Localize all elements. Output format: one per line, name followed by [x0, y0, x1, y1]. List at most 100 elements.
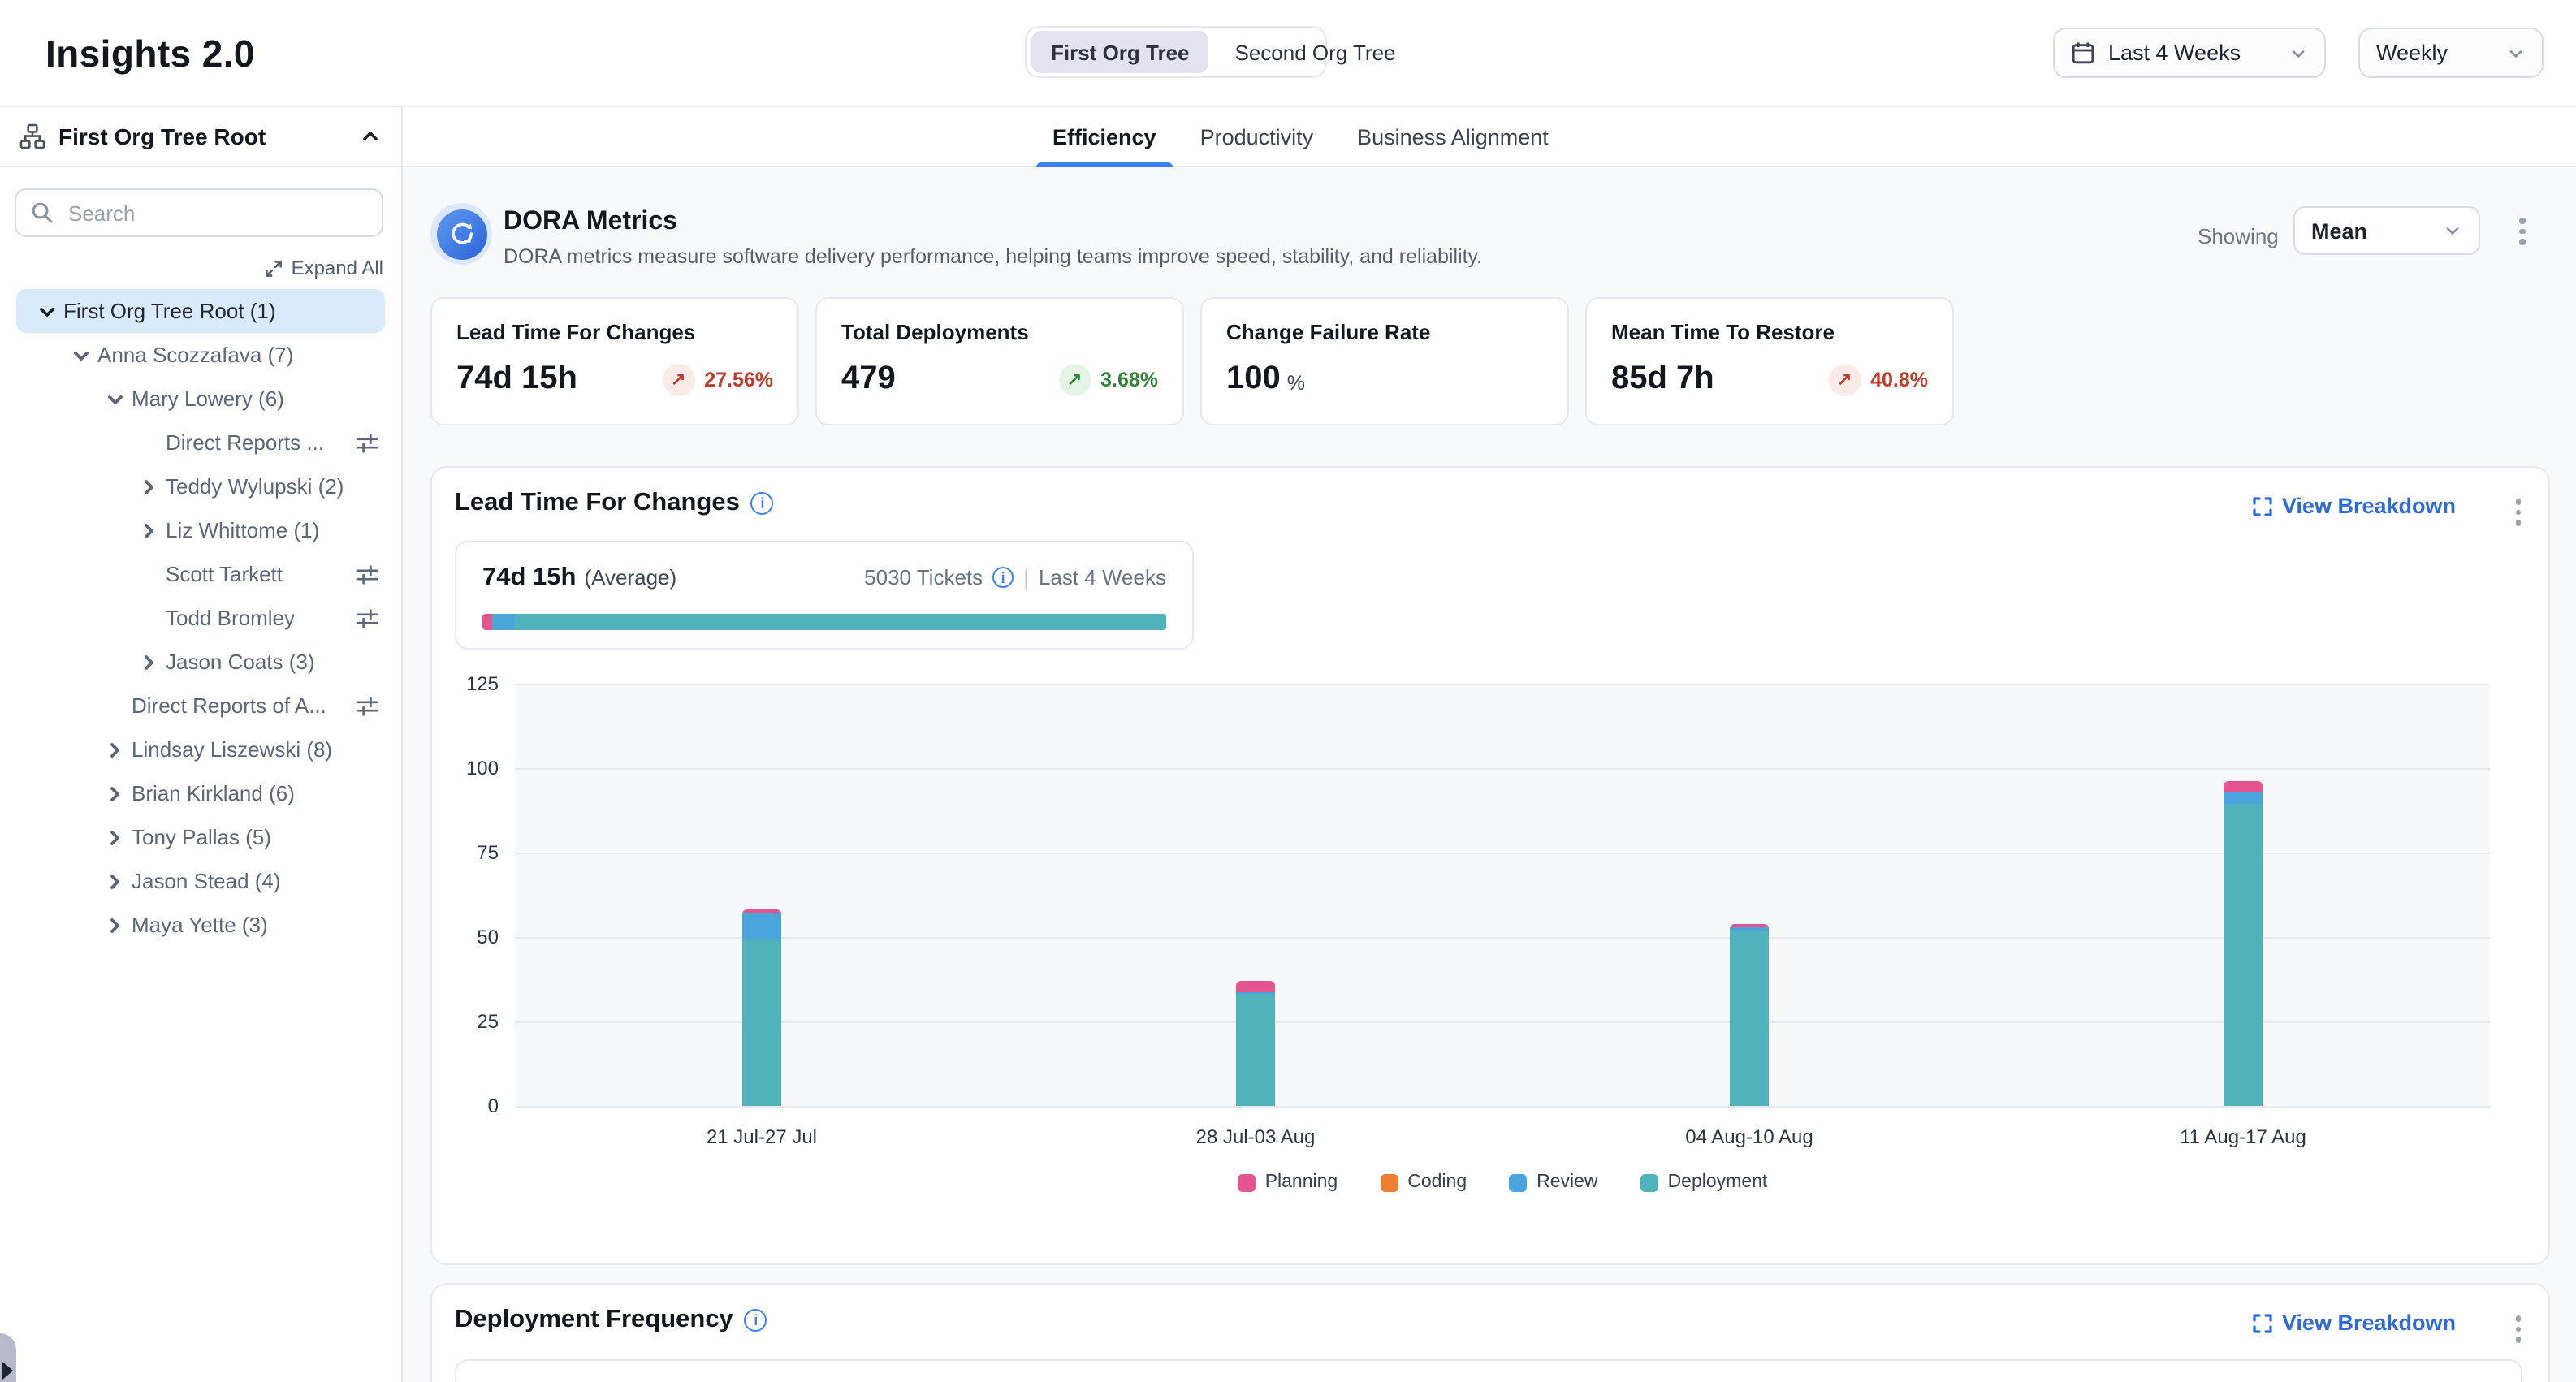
org-tree-sidebar: First Org Tree Root Expand All First Org… [0, 107, 403, 1382]
tree-item[interactable]: Scott Tarkett [16, 552, 385, 596]
app-window: Insights 2.0 First Org Tree Second Org T… [0, 0, 2576, 1382]
expand-all-icon [266, 259, 283, 277]
tree-item[interactable]: Brian Kirkland (6) [16, 771, 385, 815]
metric-card-value: 74d 15h [456, 361, 577, 398]
chevron-down-icon[interactable] [104, 387, 132, 410]
org-chart-icon [19, 123, 45, 149]
tree-item[interactable]: Jason Coats (3) [16, 640, 385, 684]
tree-item-label: Maya Yette (3) [132, 913, 268, 937]
stacked-bar[interactable] [742, 910, 781, 1106]
collapse-section-icon[interactable] [359, 125, 382, 148]
chevron-down-icon[interactable] [70, 343, 97, 366]
legend-item-review[interactable]: Review [1509, 1173, 1597, 1192]
org-tree-switcher: First Org Tree Second Org Tree [1025, 26, 1327, 78]
legend-swatch [1509, 1173, 1527, 1191]
expand-all-button[interactable]: Expand All [0, 257, 383, 279]
info-icon[interactable]: i [751, 492, 774, 515]
tree-item[interactable]: Jason Stead (4) [16, 859, 385, 903]
info-icon[interactable]: i [992, 567, 1014, 588]
legend-item-coding[interactable]: Coding [1380, 1173, 1467, 1192]
chevron-right-icon[interactable] [138, 475, 166, 498]
chart-legend: Planning Coding Review Deployment [515, 1173, 2490, 1192]
summary-value: 74d 15h [482, 564, 576, 593]
metric-card-title: Lead Time For Changes [456, 320, 773, 344]
chart-plot-area [515, 684, 2490, 1106]
view-breakdown-label: View Breakdown [2282, 494, 2456, 518]
dora-menu-kebab-icon[interactable] [2514, 213, 2530, 249]
lead-time-card: Lead Time For Changes i View Breakdown 7… [430, 466, 2550, 1265]
chevron-down-icon [2443, 221, 2462, 240]
y-axis-tick: 50 [440, 926, 499, 948]
filter-sliders-icon[interactable] [356, 694, 378, 717]
granularity-select[interactable]: Weekly [2358, 28, 2544, 78]
stacked-bar[interactable] [2224, 782, 2263, 1106]
gridline [515, 937, 2490, 939]
bar-segment-planning [1236, 981, 1275, 993]
chevron-right-icon[interactable] [104, 738, 132, 761]
x-axis-tick: 28 Jul-03 Aug [1158, 1125, 1353, 1148]
org-tab-second[interactable]: Second Org Tree [1216, 31, 1416, 73]
metric-card-value: 479 [841, 361, 896, 398]
deployment-frequency-card: Deployment Frequency i View Breakdown [430, 1283, 2550, 1382]
tickets-count: 5030 Tickets [864, 565, 983, 590]
view-breakdown-button[interactable]: View Breakdown [2253, 1311, 2456, 1335]
metric-card-title: Change Failure Rate [1226, 320, 1543, 344]
org-tab-first[interactable]: First Org Tree [1031, 31, 1209, 73]
chevron-right-icon[interactable] [138, 519, 166, 542]
legend-label: Deployment [1668, 1173, 1768, 1192]
tree-item[interactable]: Liz Whittome (1) [16, 508, 385, 552]
metric-card-unit: % [1287, 371, 1305, 394]
legend-swatch [1380, 1173, 1398, 1191]
legend-item-planning[interactable]: Planning [1238, 1173, 1338, 1192]
tree-item[interactable]: Mary Lowery (6) [16, 377, 385, 421]
chevron-down-icon[interactable] [36, 300, 63, 322]
chevron-right-icon[interactable] [138, 650, 166, 673]
search-input[interactable] [65, 199, 367, 227]
filter-sliders-icon[interactable] [356, 563, 378, 585]
dora-metrics-icon [430, 203, 492, 265]
sidebar-collapse-handle[interactable] [0, 1333, 16, 1382]
tree-item[interactable]: First Org Tree Root (1) [16, 289, 385, 333]
tree-item-label: Mary Lowery (6) [132, 387, 284, 411]
deployment-summary-card [455, 1359, 2522, 1382]
trend-badge: ↗40.8% [1828, 363, 1928, 395]
filter-sliders-icon[interactable] [356, 431, 378, 454]
tree-item[interactable]: Maya Yette (3) [16, 903, 385, 947]
main-content: DORA Metrics DORA metrics measure softwa… [403, 167, 2576, 1382]
tab-efficiency[interactable]: Efficiency [1052, 107, 1156, 167]
search-icon [31, 201, 54, 224]
chevron-right-icon[interactable] [104, 782, 132, 805]
metric-card-title: Mean Time To Restore [1611, 320, 1928, 344]
tree-item-label: Jason Coats (3) [166, 650, 315, 674]
lead-time-kebab-icon[interactable] [2510, 494, 2526, 530]
gridline [515, 1106, 2490, 1108]
deployment-frequency-kebab-icon[interactable] [2510, 1311, 2526, 1347]
tree-item-label: Direct Reports of A... [132, 693, 326, 718]
tree-item[interactable]: Direct Reports ... [16, 421, 385, 464]
chevron-right-icon[interactable] [104, 913, 132, 936]
tree-item[interactable]: Tony Pallas (5) [16, 815, 385, 859]
showing-label: Showing [2198, 224, 2279, 248]
tree-item[interactable]: Teddy Wylupski (2) [16, 464, 385, 508]
gridline [515, 684, 2490, 685]
view-breakdown-button[interactable]: View Breakdown [2253, 494, 2456, 518]
info-icon[interactable]: i [745, 1309, 767, 1332]
sidebar-search[interactable] [15, 188, 383, 237]
tree-item-label: Brian Kirkland (6) [132, 781, 295, 805]
filter-sliders-icon[interactable] [356, 607, 378, 629]
trend-delta-value: 40.8% [1870, 368, 1928, 391]
date-range-select[interactable]: Last 4 Weeks [2053, 28, 2326, 78]
tree-item[interactable]: Direct Reports of A... [16, 684, 385, 728]
stacked-bar[interactable] [1730, 923, 1769, 1106]
chevron-right-icon[interactable] [104, 826, 132, 849]
legend-item-deployment[interactable]: Deployment [1640, 1173, 1768, 1192]
chevron-right-icon[interactable] [104, 870, 132, 892]
legend-swatch [1640, 1173, 1658, 1191]
tab-business-alignment[interactable]: Business Alignment [1357, 107, 1549, 167]
tab-productivity[interactable]: Productivity [1200, 107, 1314, 167]
tree-item[interactable]: Todd Bromley [16, 596, 385, 640]
tree-item[interactable]: Anna Scozzafava (7) [16, 333, 385, 377]
showing-select[interactable]: Mean [2293, 206, 2480, 255]
stacked-bar[interactable] [1236, 981, 1275, 1106]
tree-item[interactable]: Lindsay Liszewski (8) [16, 728, 385, 771]
